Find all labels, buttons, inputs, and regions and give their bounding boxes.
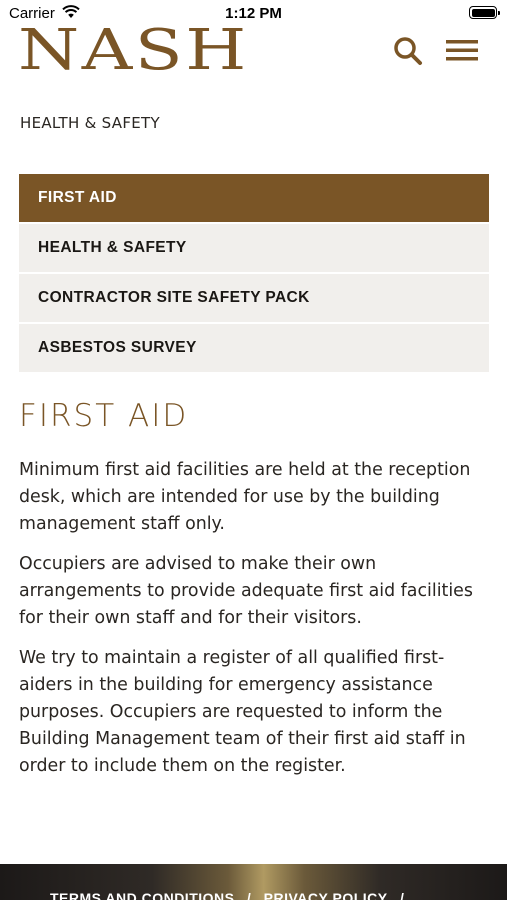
page-title: FIRST AID bbox=[19, 398, 189, 434]
menu-icon[interactable] bbox=[446, 38, 478, 62]
section-subnav: FIRST AID HEALTH & SAFETY CONTRACTOR SIT… bbox=[19, 174, 489, 374]
footer-separator: / bbox=[400, 890, 405, 900]
subnav-item-asbestos-survey[interactable]: ASBESTOS SURVEY bbox=[19, 324, 489, 372]
footer-separator: / bbox=[246, 890, 252, 900]
breadcrumb[interactable]: HEALTH & SAFETY bbox=[20, 114, 160, 132]
content-body: Minimum first aid facilities are held at… bbox=[19, 457, 493, 793]
subnav-item-contractor-pack[interactable]: CONTRACTOR SITE SAFETY PACK bbox=[19, 274, 489, 322]
subnav-item-health-safety[interactable]: HEALTH & SAFETY bbox=[19, 224, 489, 272]
terms-link[interactable]: TERMS AND CONDITIONS bbox=[50, 890, 234, 900]
subnav-item-first-aid[interactable]: FIRST AID bbox=[19, 174, 489, 222]
privacy-link[interactable]: PRIVACY POLICY bbox=[264, 890, 388, 900]
content-paragraph: We try to maintain a register of all qua… bbox=[19, 648, 466, 776]
footer: TERMS AND CONDITIONS / PRIVACY POLICY / bbox=[0, 864, 507, 900]
nash-logo[interactable]: NASH bbox=[18, 22, 249, 80]
content-paragraph: Occupiers are advised to make their own … bbox=[19, 554, 473, 628]
footer-links: TERMS AND CONDITIONS / PRIVACY POLICY / bbox=[50, 890, 412, 900]
search-icon[interactable] bbox=[393, 36, 423, 66]
content-paragraph: Minimum first aid facilities are held at… bbox=[19, 460, 471, 534]
battery-icon bbox=[469, 6, 500, 19]
